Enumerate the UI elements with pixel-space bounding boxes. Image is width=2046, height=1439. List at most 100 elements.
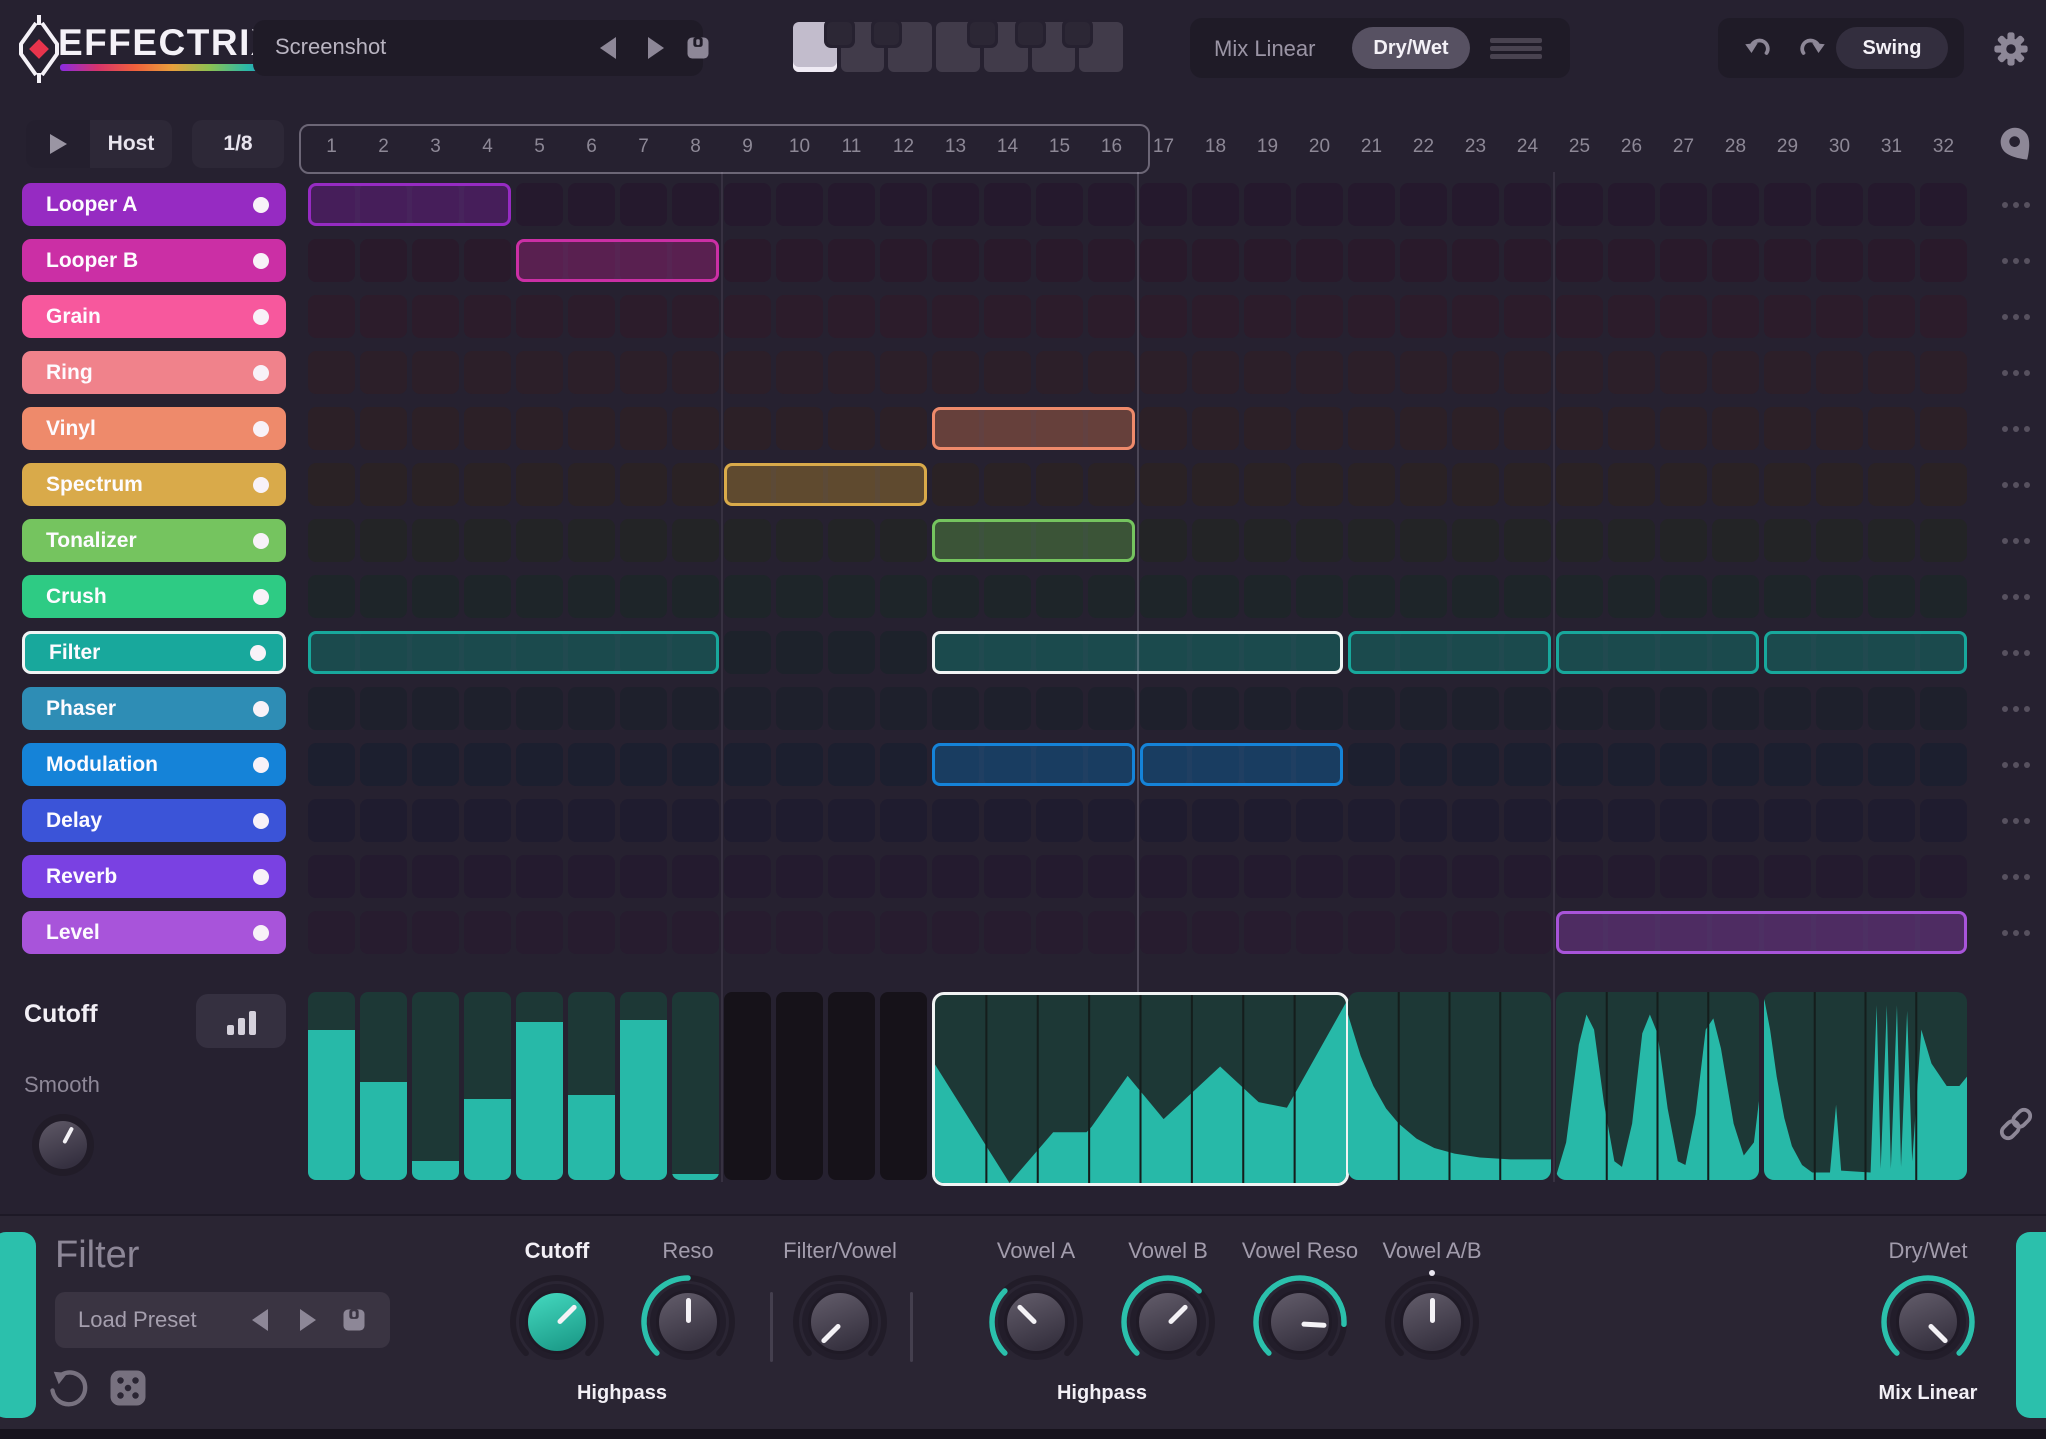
grid-cell[interactable] xyxy=(1192,687,1239,730)
grid-cell[interactable] xyxy=(1712,463,1759,506)
grid-cell[interactable] xyxy=(672,183,719,226)
step-block-tonalizer[interactable] xyxy=(932,519,1135,562)
timeline-step-1[interactable]: 1 xyxy=(308,136,355,158)
grid-cell[interactable] xyxy=(1140,351,1187,394)
grid-cell[interactable] xyxy=(1868,519,1915,562)
grid-cell[interactable] xyxy=(620,855,667,898)
grid-cell[interactable] xyxy=(1296,183,1343,226)
step-block-filter[interactable] xyxy=(1764,631,1967,674)
grid-cell[interactable] xyxy=(308,351,355,394)
grid-cell[interactable] xyxy=(932,351,979,394)
grid-cell[interactable] xyxy=(1920,743,1967,786)
grid-cell[interactable] xyxy=(308,799,355,842)
grid-cell[interactable] xyxy=(1764,239,1811,282)
timeline-step-30[interactable]: 30 xyxy=(1816,136,1863,158)
grid-cell[interactable] xyxy=(724,407,771,450)
grid-cell[interactable] xyxy=(1296,239,1343,282)
grid-cell[interactable] xyxy=(1556,463,1603,506)
grid-cell[interactable] xyxy=(828,631,875,674)
grid-cell[interactable] xyxy=(776,855,823,898)
grid-cell[interactable] xyxy=(1504,575,1551,618)
drywet-toggle-button[interactable]: Dry/Wet xyxy=(1352,27,1470,69)
grid-cell[interactable] xyxy=(1608,463,1655,506)
grid-cell[interactable] xyxy=(828,911,875,954)
grid-cell[interactable] xyxy=(1764,799,1811,842)
grid-cell[interactable] xyxy=(932,799,979,842)
track-chip-vinyl[interactable]: Vinyl xyxy=(22,407,286,450)
grid-cell[interactable] xyxy=(1036,911,1083,954)
grid-cell[interactable] xyxy=(1764,183,1811,226)
timeline-step-31[interactable]: 31 xyxy=(1868,136,1915,158)
timeline-step-17[interactable]: 17 xyxy=(1140,136,1187,158)
grid-cell[interactable] xyxy=(1920,519,1967,562)
grid-cell[interactable] xyxy=(1764,463,1811,506)
track-chip-modulation[interactable]: Modulation xyxy=(22,743,286,786)
grid-cell[interactable] xyxy=(1452,351,1499,394)
grid-cell[interactable] xyxy=(1348,911,1395,954)
grid-cell[interactable] xyxy=(620,799,667,842)
grid-cell[interactable] xyxy=(360,911,407,954)
grid-cell[interactable] xyxy=(1192,463,1239,506)
grid-cell[interactable] xyxy=(1296,799,1343,842)
grid-cell[interactable] xyxy=(1452,799,1499,842)
grid-cell[interactable] xyxy=(984,183,1031,226)
grid-cell[interactable] xyxy=(1764,855,1811,898)
grid-cell[interactable] xyxy=(1452,295,1499,338)
grid-cell[interactable] xyxy=(1816,799,1863,842)
automation-bar[interactable] xyxy=(412,992,459,1180)
grid-cell[interactable] xyxy=(880,519,927,562)
grid-cell[interactable] xyxy=(880,351,927,394)
grid-cell[interactable] xyxy=(1920,239,1967,282)
track-chip-tonalizer[interactable]: Tonalizer xyxy=(22,519,286,562)
pattern-black-key[interactable] xyxy=(871,19,903,48)
grid-cell[interactable] xyxy=(1816,743,1863,786)
automation-mode-button[interactable] xyxy=(196,994,286,1048)
grid-cell[interactable] xyxy=(1504,407,1551,450)
grid-cell[interactable] xyxy=(1348,687,1395,730)
grid-cell[interactable] xyxy=(1036,575,1083,618)
grid-cell[interactable] xyxy=(1816,575,1863,618)
automation-curve[interactable] xyxy=(1764,992,1967,1180)
grid-cell[interactable] xyxy=(620,407,667,450)
grid-cell[interactable] xyxy=(724,351,771,394)
grid-cell[interactable] xyxy=(828,687,875,730)
grid-cell[interactable] xyxy=(724,239,771,282)
grid-cell[interactable] xyxy=(1192,407,1239,450)
grid-cell[interactable] xyxy=(1556,687,1603,730)
timeline-step-23[interactable]: 23 xyxy=(1452,136,1499,158)
step-block-looper-b[interactable] xyxy=(516,239,719,282)
grid-cell[interactable] xyxy=(672,519,719,562)
grid-cell[interactable] xyxy=(1712,575,1759,618)
track-enable-dot[interactable] xyxy=(253,868,269,885)
grid-cell[interactable] xyxy=(1036,687,1083,730)
row-menu-dots-icon[interactable] xyxy=(1994,519,2038,562)
grid-cell[interactable] xyxy=(1608,407,1655,450)
grid-cell[interactable] xyxy=(1088,351,1135,394)
grid-cell[interactable] xyxy=(412,239,459,282)
track-enable-dot[interactable] xyxy=(253,308,269,325)
track-enable-dot[interactable] xyxy=(253,252,269,269)
grid-cell[interactable] xyxy=(1192,575,1239,618)
grid-cell[interactable] xyxy=(1348,799,1395,842)
grid-cell[interactable] xyxy=(1140,799,1187,842)
step-block-level[interactable] xyxy=(1556,911,1967,954)
grid-cell[interactable] xyxy=(1660,519,1707,562)
grid-cell[interactable] xyxy=(1660,183,1707,226)
automation-bar[interactable] xyxy=(672,992,719,1180)
grid-cell[interactable] xyxy=(1504,743,1551,786)
grid-cell[interactable] xyxy=(1348,351,1395,394)
grid-cell[interactable] xyxy=(1764,743,1811,786)
grid-cell[interactable] xyxy=(984,463,1031,506)
pattern-black-key[interactable] xyxy=(1062,19,1094,48)
grid-cell[interactable] xyxy=(1140,687,1187,730)
grid-cell[interactable] xyxy=(880,799,927,842)
automation-curve[interactable] xyxy=(1348,992,1551,1180)
grid-cell[interactable] xyxy=(828,519,875,562)
effect-preset-placeholder[interactable]: Load Preset xyxy=(78,1307,197,1333)
grid-cell[interactable] xyxy=(1556,519,1603,562)
grid-cell[interactable] xyxy=(828,799,875,842)
grid-cell[interactable] xyxy=(1764,407,1811,450)
grid-cell[interactable] xyxy=(1244,239,1291,282)
grid-cell[interactable] xyxy=(776,351,823,394)
grid-cell[interactable] xyxy=(1244,463,1291,506)
